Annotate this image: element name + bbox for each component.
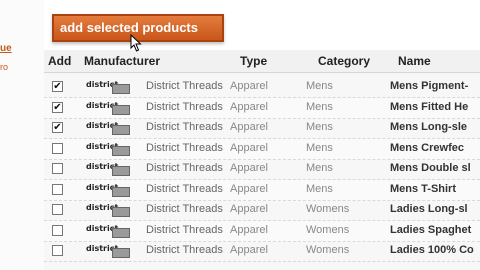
manufacturer-cell: District Threads — [146, 203, 223, 215]
left-sidebar — [0, 0, 44, 270]
checkbox-icon[interactable]: ✔ — [52, 122, 63, 133]
category-cell: Womens — [306, 223, 350, 236]
manufacturer-logo: district — [84, 244, 130, 258]
manufacturer-logo: district — [84, 203, 130, 217]
product-name-cell[interactable]: Mens Pigment- — [390, 80, 480, 92]
checkbox-icon[interactable] — [52, 224, 63, 236]
left-panel-subtext: ro — [0, 62, 9, 72]
col-header-name[interactable]: Name — [398, 54, 431, 68]
type-cell: Apparel — [230, 182, 268, 195]
col-header-category[interactable]: Category — [318, 54, 370, 68]
manufacturer-logo: district — [84, 142, 130, 156]
type-cell: Apparel — [230, 203, 268, 215]
logo-mark — [112, 186, 130, 197]
table-row: district District Threads Apparel Womens Lad… — [44, 241, 480, 262]
type-cell: Apparel — [230, 141, 268, 154]
checkbox-icon[interactable]: ✔ — [52, 81, 63, 92]
product-name-cell[interactable]: Mens Long-sle — [390, 121, 480, 133]
type-cell: Apparel — [230, 100, 268, 113]
logo-mark — [112, 166, 130, 176]
type-cell: Apparel — [230, 223, 268, 236]
product-name-cell[interactable]: Mens Crewfec — [390, 142, 480, 154]
category-cell: Mens — [306, 182, 333, 195]
checkbox-icon[interactable] — [52, 142, 63, 154]
checkbox-icon[interactable] — [52, 163, 63, 174]
category-cell: Womens — [306, 203, 350, 215]
manufacturer-logo: district — [84, 121, 130, 135]
manufacturer-logo: district — [84, 224, 130, 238]
checkbox-icon[interactable] — [52, 245, 63, 256]
logo-mark — [112, 248, 130, 258]
logo-mark — [112, 104, 130, 115]
col-header-type[interactable]: Type — [240, 54, 267, 68]
checkbox-icon[interactable] — [52, 183, 63, 195]
type-cell: Apparel — [230, 80, 268, 92]
logo-mark — [112, 125, 130, 135]
col-header-manufacturer[interactable]: Manufacturer — [84, 54, 160, 68]
category-cell: Womens — [306, 244, 350, 256]
manufacturer-cell: District Threads — [146, 162, 223, 174]
manufacturer-logo: district — [84, 80, 130, 94]
table-row: ✔ district District Threads Apparel Mens Mens… — [44, 77, 480, 98]
logo-mark — [112, 84, 130, 94]
product-name-cell[interactable]: Mens Fitted He — [390, 101, 480, 113]
type-cell: Apparel — [230, 244, 268, 256]
product-name-cell[interactable]: Ladies 100% Co — [390, 244, 480, 256]
product-name-cell[interactable]: Ladies Long-sl — [390, 203, 480, 215]
table-row: ✔ district District Threads Apparel Mens Mens… — [44, 118, 480, 139]
manufacturer-cell: District Threads — [146, 80, 223, 92]
table-row: district District Threads Apparel Womens Lad… — [44, 200, 480, 221]
category-cell: Mens — [306, 121, 333, 133]
manufacturer-logo: district — [84, 183, 130, 197]
category-cell: Mens — [306, 162, 333, 174]
table-row: ✔ district District Threads Apparel Mens Mens… — [44, 97, 480, 119]
manufacturer-logo: district — [84, 101, 130, 115]
product-name-cell[interactable]: Mens T-Shirt — [390, 183, 480, 195]
col-header-add[interactable]: Add — [48, 54, 71, 68]
manufacturer-logo: district — [84, 162, 130, 176]
manufacturer-cell: District Threads — [146, 223, 223, 236]
manufacturer-cell: District Threads — [146, 100, 223, 113]
logo-mark — [112, 145, 130, 156]
manufacturer-cell: District Threads — [146, 121, 223, 133]
manufacturer-cell: District Threads — [146, 182, 223, 195]
manufacturer-cell: District Threads — [146, 244, 223, 256]
category-cell: Mens — [306, 141, 333, 154]
category-cell: Mens — [306, 100, 333, 113]
left-panel-link[interactable]: ue — [0, 43, 12, 54]
product-name-cell[interactable]: Ladies Spaghet — [390, 224, 480, 236]
table-row: district District Threads Apparel Womens Lad… — [44, 220, 480, 242]
logo-mark — [112, 227, 130, 238]
table-row: district District Threads Apparel Mens Mens … — [44, 159, 480, 180]
logo-mark — [112, 207, 130, 217]
checkbox-icon[interactable]: ✔ — [52, 101, 63, 113]
checkbox-icon[interactable] — [52, 204, 63, 215]
table-row: district District Threads Apparel Mens Mens … — [44, 179, 480, 201]
manufacturer-cell: District Threads — [146, 141, 223, 154]
type-cell: Apparel — [230, 121, 268, 133]
table-row: district District Threads Apparel Mens Mens … — [44, 138, 480, 160]
product-name-cell[interactable]: Mens Double sl — [390, 162, 480, 174]
type-cell: Apparel — [230, 162, 268, 174]
mouse-pointer-icon — [130, 34, 142, 52]
category-cell: Mens — [306, 80, 333, 92]
